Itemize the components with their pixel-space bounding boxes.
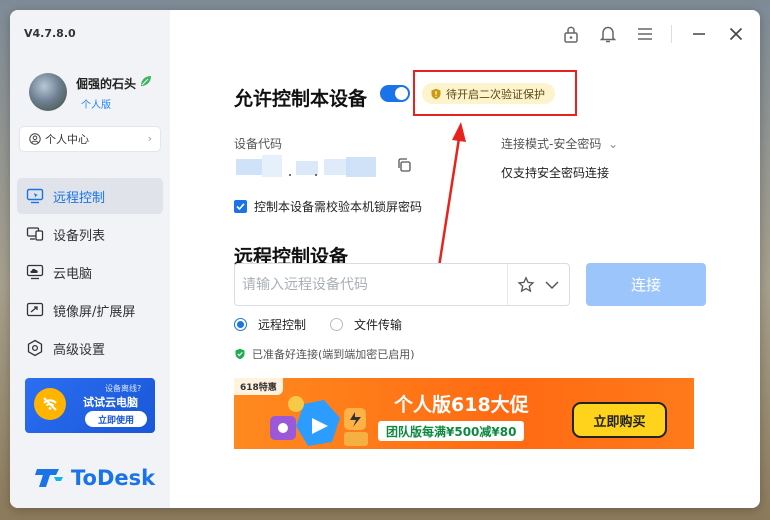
ready-text: 已准备好连接(端到端加密已启用) — [252, 348, 415, 361]
todesk-logo-icon — [35, 469, 63, 487]
sidebar-item-cloud-pc[interactable]: 云电脑 — [17, 254, 163, 290]
sidebar-item-remote-control[interactable]: 远程控制 — [17, 178, 163, 214]
personal-center-label: 个人中心 — [45, 133, 89, 146]
remote-code-input[interactable] — [242, 274, 502, 296]
radio-dot — [234, 318, 247, 331]
promo-question: 设备离线? — [105, 384, 142, 393]
settings-hexagon-icon — [27, 339, 43, 357]
sidebar-item-device-list[interactable]: 设备列表 — [17, 216, 163, 252]
sidebar-item-advanced-settings[interactable]: 高级设置 — [17, 330, 163, 366]
cloud-pc-icon — [26, 264, 44, 280]
ready-status: 已准备好连接(端到端加密已启用) — [234, 346, 415, 362]
lock-screen-label: 控制本设备需校验本机锁屏密码 — [254, 200, 423, 214]
devices-icon — [26, 227, 44, 241]
radio-remote-control[interactable]: 远程控制 — [234, 316, 306, 333]
chevron-down-icon[interactable] — [544, 278, 560, 292]
sidebar-item-label: 远程控制 — [53, 190, 106, 206]
connection-type-group: 远程控制 文件传输 — [234, 316, 426, 333]
sidebar-item-mirror-screen[interactable]: 镜像屏/扩展屏 — [17, 292, 163, 328]
sidebar-item-label: 设备列表 — [53, 228, 106, 244]
promo-headline: 个人版618大促 — [394, 394, 529, 416]
version-label: V4.7.8.0 — [24, 27, 76, 40]
app-window: V4.7.8.0 倔强的石头 个人版 个人中心 › 远程控制 设备列表 云电脑 … — [10, 10, 760, 508]
main-panel: 允许控制本设备 待开启二次验证保护 设备代码 连接模式-安全密码 ⌄ 仅支持安全… — [170, 10, 760, 508]
buy-now-button[interactable]: 立即购买 — [572, 402, 667, 438]
input-divider — [507, 264, 508, 305]
star-icon[interactable] — [517, 276, 535, 294]
radio-label: 远程控制 — [258, 318, 307, 332]
lock-screen-checkbox[interactable] — [234, 200, 247, 213]
sidebar-nav: 远程控制 设备列表 云电脑 镜像屏/扩展屏 高级设置 — [17, 178, 163, 368]
device-code-label: 设备代码 — [234, 137, 283, 151]
sidebar-item-label: 高级设置 — [53, 342, 106, 358]
radio-dot — [330, 318, 344, 331]
mirror-screen-icon — [26, 302, 44, 317]
sidebar-item-label: 镜像屏/扩展屏 — [53, 304, 136, 320]
connection-mode-dropdown[interactable]: 连接模式-安全密码 ⌄ — [501, 135, 618, 152]
device-code-blurred — [236, 155, 376, 177]
promo-banner[interactable]: 618特惠 个人版618大促 团队版每满¥500减¥80 立即购买 — [234, 378, 694, 449]
use-now-button[interactable]: 立即使用 — [85, 411, 147, 427]
cloud-pc-promo[interactable]: 设备离线? 试试云电脑 立即使用 — [25, 378, 155, 433]
logo-text: ToDesk — [71, 466, 156, 490]
radio-file-transfer[interactable]: 文件传输 — [330, 316, 402, 333]
remote-code-field — [234, 263, 570, 306]
allow-control-toggle[interactable] — [380, 85, 410, 102]
connect-button[interactable]: 连接 — [586, 263, 706, 306]
leaf-icon — [141, 76, 151, 86]
allow-control-title: 允许控制本设备 — [234, 88, 368, 110]
promo-title: 试试云电脑 — [83, 396, 138, 409]
chevron-down-icon: ⌄ — [608, 137, 619, 151]
radio-label: 文件传输 — [354, 318, 403, 332]
annotation-highlight-box — [413, 70, 577, 116]
shield-check-icon — [235, 348, 245, 360]
sidebar: V4.7.8.0 倔强的石头 个人版 个人中心 › 远程控制 设备列表 云电脑 … — [10, 10, 170, 508]
user-tier: 个人版 — [81, 100, 111, 111]
lock-screen-checkbox-row[interactable]: 控制本设备需校验本机锁屏密码 — [234, 198, 422, 215]
check-icon — [236, 203, 245, 211]
promo-illustration-icon — [270, 396, 368, 446]
connection-mode-desc: 仅支持安全密码连接 — [501, 166, 610, 180]
user-icon — [29, 133, 41, 145]
avatar[interactable] — [29, 73, 67, 111]
promo-subline: 团队版每满¥500减¥80 — [378, 421, 525, 441]
offline-icon — [34, 388, 66, 420]
chevron-right-icon: › — [147, 132, 152, 145]
copy-icon[interactable] — [396, 157, 412, 173]
sidebar-item-label: 云电脑 — [53, 266, 93, 282]
todesk-logo: ToDesk — [35, 466, 155, 490]
username: 倔强的石头 — [76, 77, 137, 91]
personal-center-button[interactable]: 个人中心 › — [19, 126, 161, 152]
monitor-cursor-icon — [26, 188, 44, 204]
connection-mode-label: 连接模式-安全密码 — [501, 137, 602, 151]
